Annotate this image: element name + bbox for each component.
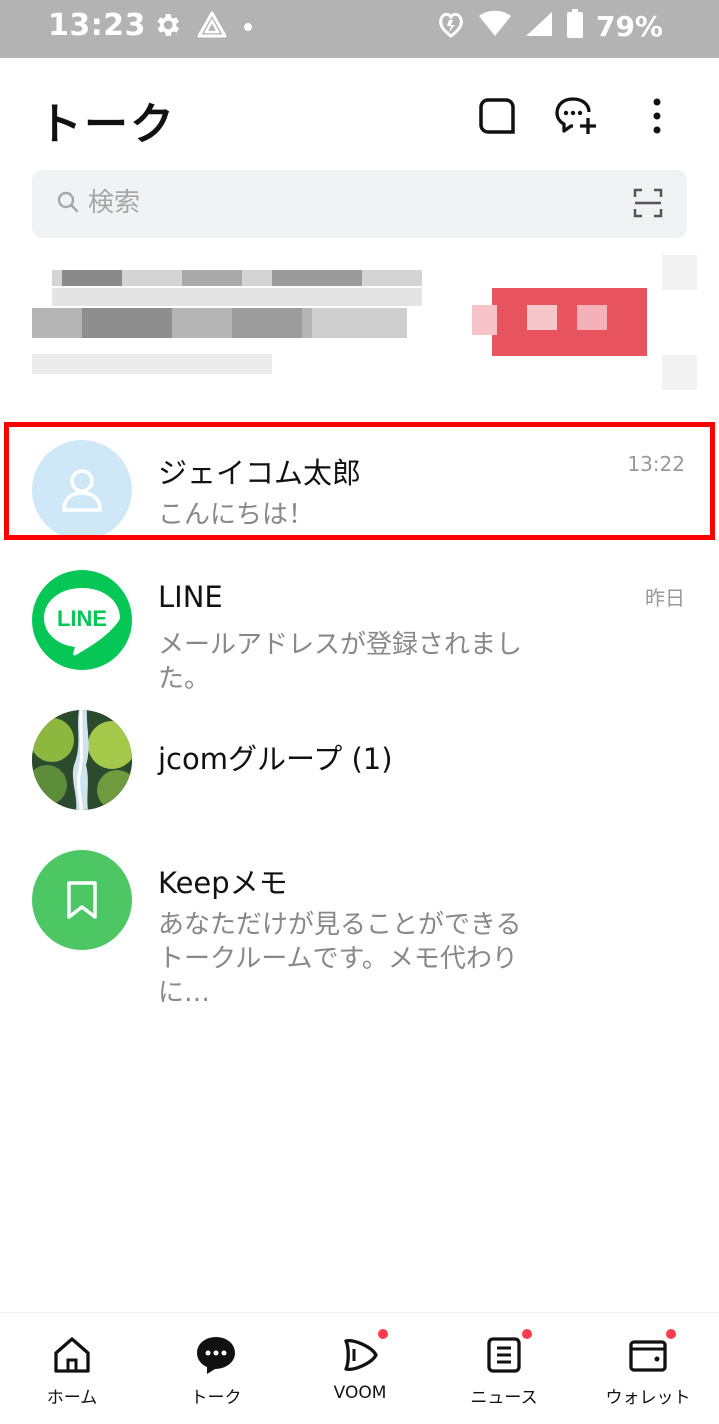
waterfall-photo-avatar (32, 710, 132, 810)
chat-item-keep-memo[interactable]: Keepメモ あなただけが見ることができるトークルームです。メモ代わりに… (0, 840, 719, 1008)
badge-dot (666, 1329, 676, 1339)
openchat-icon[interactable] (475, 94, 519, 138)
tab-voom[interactable]: VOOM (288, 1313, 432, 1424)
badge-dot (522, 1329, 532, 1339)
tab-news[interactable]: ニュース (432, 1313, 576, 1424)
wifi-icon (478, 10, 512, 42)
cell-signal-icon (524, 10, 554, 42)
person-icon (32, 440, 132, 540)
voom-icon (338, 1329, 388, 1377)
chat-name: jcomグループ (1) (158, 742, 393, 776)
chat-name: ジェイコム太郎 (158, 456, 362, 490)
search-bar[interactable] (32, 170, 687, 238)
bookmark-icon (32, 850, 132, 950)
bottom-tab-bar: ホーム トーク VOOM ニュース ウォレット (0, 1312, 719, 1423)
tab-label: トーク (190, 1388, 242, 1408)
chat-item-jcom-group[interactable]: jcomグループ (1) (0, 700, 719, 820)
wireless-power-icon (436, 8, 466, 44)
wallet-icon (626, 1329, 676, 1377)
pixelated-banner[interactable] (32, 250, 697, 400)
badge-dot (378, 1329, 388, 1339)
chat-preview: メールアドレスが登録されました。 (158, 630, 523, 694)
tab-wallet[interactable]: ウォレット (576, 1313, 719, 1424)
battery-icon (566, 9, 584, 43)
new-chat-icon[interactable] (555, 94, 599, 138)
settings-gear-icon (152, 10, 182, 44)
tab-home[interactable]: ホーム (0, 1313, 144, 1424)
chat-time: 13:22 (627, 452, 685, 476)
tab-label: ウォレット (605, 1388, 691, 1408)
chat-bubble-icon (194, 1333, 238, 1377)
more-menu-icon[interactable] (635, 94, 679, 138)
chat-name: LINE (158, 580, 223, 614)
search-input[interactable] (88, 183, 588, 223)
chat-preview: あなただけが見ることができるトークルームです。メモ代わりに… (158, 910, 522, 1008)
line-logo-icon: LINE (32, 570, 132, 670)
chat-preview: こんにちは！ (158, 500, 315, 530)
header: トーク (0, 58, 719, 168)
tab-label: ニュース (470, 1388, 538, 1408)
chat-name: Keepメモ (158, 866, 288, 900)
notification-dot-icon (242, 18, 254, 37)
chat-time: 昨日 (645, 586, 685, 610)
tab-label: VOOM (333, 1383, 387, 1403)
chat-item-jcom-taro[interactable]: ジェイコム太郎 こんにちは！ 13:22 (0, 430, 719, 550)
line-logo-text: LINE (57, 606, 107, 631)
drive-triangle-icon (196, 10, 228, 44)
tab-talk[interactable]: トーク (144, 1313, 288, 1424)
tab-label: ホーム (46, 1388, 98, 1408)
status-time: 13:23 (48, 8, 146, 43)
status-bar: 13:23 79% (0, 0, 719, 58)
search-icon (56, 190, 80, 218)
page-title: トーク (38, 99, 176, 150)
chat-item-line[interactable]: LINE LINE メールアドレスが登録されました。 昨日 (0, 560, 719, 694)
qr-scan-icon[interactable] (633, 188, 663, 222)
news-icon (482, 1329, 532, 1377)
home-icon (50, 1333, 94, 1377)
battery-percent: 79% (595, 9, 663, 43)
